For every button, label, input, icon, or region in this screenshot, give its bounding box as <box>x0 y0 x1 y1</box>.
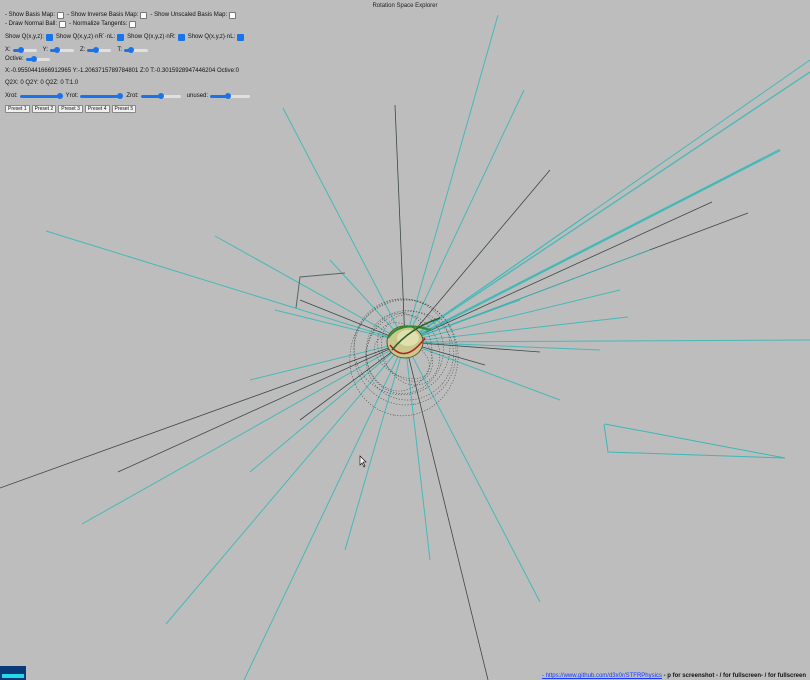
show-basis-map-checkbox[interactable] <box>57 11 65 19</box>
option-label: Show Inverse Basis Map: <box>70 12 139 18</box>
show-unscaled-basis-map-checkbox[interactable] <box>229 11 237 19</box>
ray-line <box>299 341 406 421</box>
rotation-slider-row: Xrot: Yrot: Zrot: unused: <box>5 92 305 100</box>
ray-line <box>282 107 406 343</box>
option-show-unscaled-basis-map: - Show Unscaled Basis Map: <box>150 12 228 18</box>
octive-slider[interactable] <box>25 55 50 62</box>
show-q-nr-label: Show Q(x,y,z)·nR: <box>127 34 176 40</box>
github-link[interactable]: - https://www.github.com/d3x0r/STFRPhysi… <box>542 673 662 679</box>
sphere-highlight <box>397 330 419 346</box>
ray-line <box>165 341 406 625</box>
ray-line <box>404 148 781 344</box>
ray-line <box>243 341 406 680</box>
option-draw-normal-ball: - Draw Normal Ball: <box>5 21 58 27</box>
t-slider[interactable] <box>124 46 149 53</box>
ray-line <box>45 230 406 343</box>
show-q-nr-nl-label: Show Q(x,y,z)·nR´·nL: <box>55 34 116 40</box>
stats-badge <box>0 666 26 680</box>
ray-line <box>117 341 406 473</box>
stats-graph-bar <box>2 674 24 678</box>
option-label: Normalize Tangents: <box>72 21 128 27</box>
ray-line <box>404 14 499 343</box>
ray-line <box>81 341 406 525</box>
mouse-cursor-icon <box>359 455 367 468</box>
z-slider[interactable] <box>87 46 112 53</box>
preset-buttons-row: Preset 1 Preset 2 Preset 3 Preset 4 Pres… <box>5 105 305 113</box>
ray-line <box>0 341 406 489</box>
ray-line <box>404 339 810 343</box>
octive-slider-label: Octive: <box>5 56 24 62</box>
unused-slider-label: unused: <box>186 93 209 99</box>
y-slider-label: Y: <box>42 47 49 53</box>
control-panel: - Show Basis Map: - Show Inverse Basis M… <box>5 11 305 114</box>
preset-1-button[interactable]: Preset 1 <box>5 105 30 113</box>
show-inverse-basis-map-checkbox[interactable] <box>140 11 148 19</box>
preset-4-button[interactable]: Preset 4 <box>84 105 110 113</box>
option-label: Show Basis Map: <box>8 12 56 18</box>
normalize-tangents-checkbox[interactable] <box>129 20 137 28</box>
footer: - https://www.github.com/d3x0r/STFRPhysi… <box>542 673 806 679</box>
preset-3-button[interactable]: Preset 3 <box>58 105 83 113</box>
preset-5-button[interactable]: Preset 5 <box>111 105 137 113</box>
zrot-slider-label: Zrot: <box>126 93 139 99</box>
show-q-nr-checkbox[interactable] <box>177 33 185 41</box>
z-slider-label: Z: <box>80 47 86 53</box>
t-slider-label: T: <box>117 47 123 53</box>
yrot-slider[interactable] <box>80 92 124 99</box>
show-q-label: Show Q(x,y,z): <box>5 34 44 40</box>
keyboard-hint: - p for screenshot - / for fullscreen- /… <box>661 673 806 679</box>
show-q-row: Show Q(x,y,z): Show Q(x,y,z)·nR´·nL: Sho… <box>5 33 305 41</box>
preset-2-button[interactable]: Preset 2 <box>31 105 57 113</box>
ray-line <box>404 341 431 561</box>
stray-segment <box>295 272 346 309</box>
x-slider-label: X: <box>5 47 11 53</box>
xyzt-slider-row: X: Y: Z: T: <box>5 46 305 54</box>
q-readout: Q2X: 0 Q2Y: 0 Q2Z: 0 T:1.0 <box>5 80 79 86</box>
draw-normal-ball-checkbox[interactable] <box>59 20 67 28</box>
draw-options-row: - Draw Normal Ball: - Normalize Tangents… <box>5 20 305 28</box>
ray-line <box>404 341 541 603</box>
show-q-nr-nl-checkbox[interactable] <box>117 33 125 41</box>
xrot-slider[interactable] <box>19 92 63 99</box>
option-normalize-tangents: - Normalize Tangents: <box>69 21 128 27</box>
octive-slider-row: Octive: <box>5 55 305 63</box>
ray-line <box>404 289 621 343</box>
y-slider[interactable] <box>50 46 75 53</box>
ray-line <box>404 71 810 343</box>
option-show-basis-map: - Show Basis Map: <box>5 12 56 18</box>
unused-slider[interactable] <box>210 92 251 99</box>
ray-line <box>404 341 601 351</box>
xrot-slider-label: Xrot: <box>5 93 18 99</box>
show-q-nl-label: Show Q(x,y,z)·nL: <box>187 34 236 40</box>
show-q-checkbox[interactable] <box>45 33 53 41</box>
ray-line <box>344 341 406 551</box>
yrot-slider-label: Yrot: <box>65 93 79 99</box>
option-label: Draw Normal Ball: <box>8 21 58 27</box>
coordinate-readout: X:-0.9550441666912965 Y:-1.2063715789784… <box>5 68 239 74</box>
show-q-nl-checkbox[interactable] <box>237 33 245 41</box>
basis-options-row: - Show Basis Map: - Show Inverse Basis M… <box>5 11 305 19</box>
option-label: Show Unscaled Basis Map: <box>154 12 228 18</box>
ray-line <box>394 104 406 343</box>
x-slider[interactable] <box>12 46 37 53</box>
option-show-inverse-basis-map: - Show Inverse Basis Map: <box>67 12 139 18</box>
page-title: Rotation Space Explorer <box>372 3 438 9</box>
ray-line <box>274 309 406 343</box>
zrot-slider[interactable] <box>140 92 181 99</box>
ray-line <box>404 201 713 343</box>
